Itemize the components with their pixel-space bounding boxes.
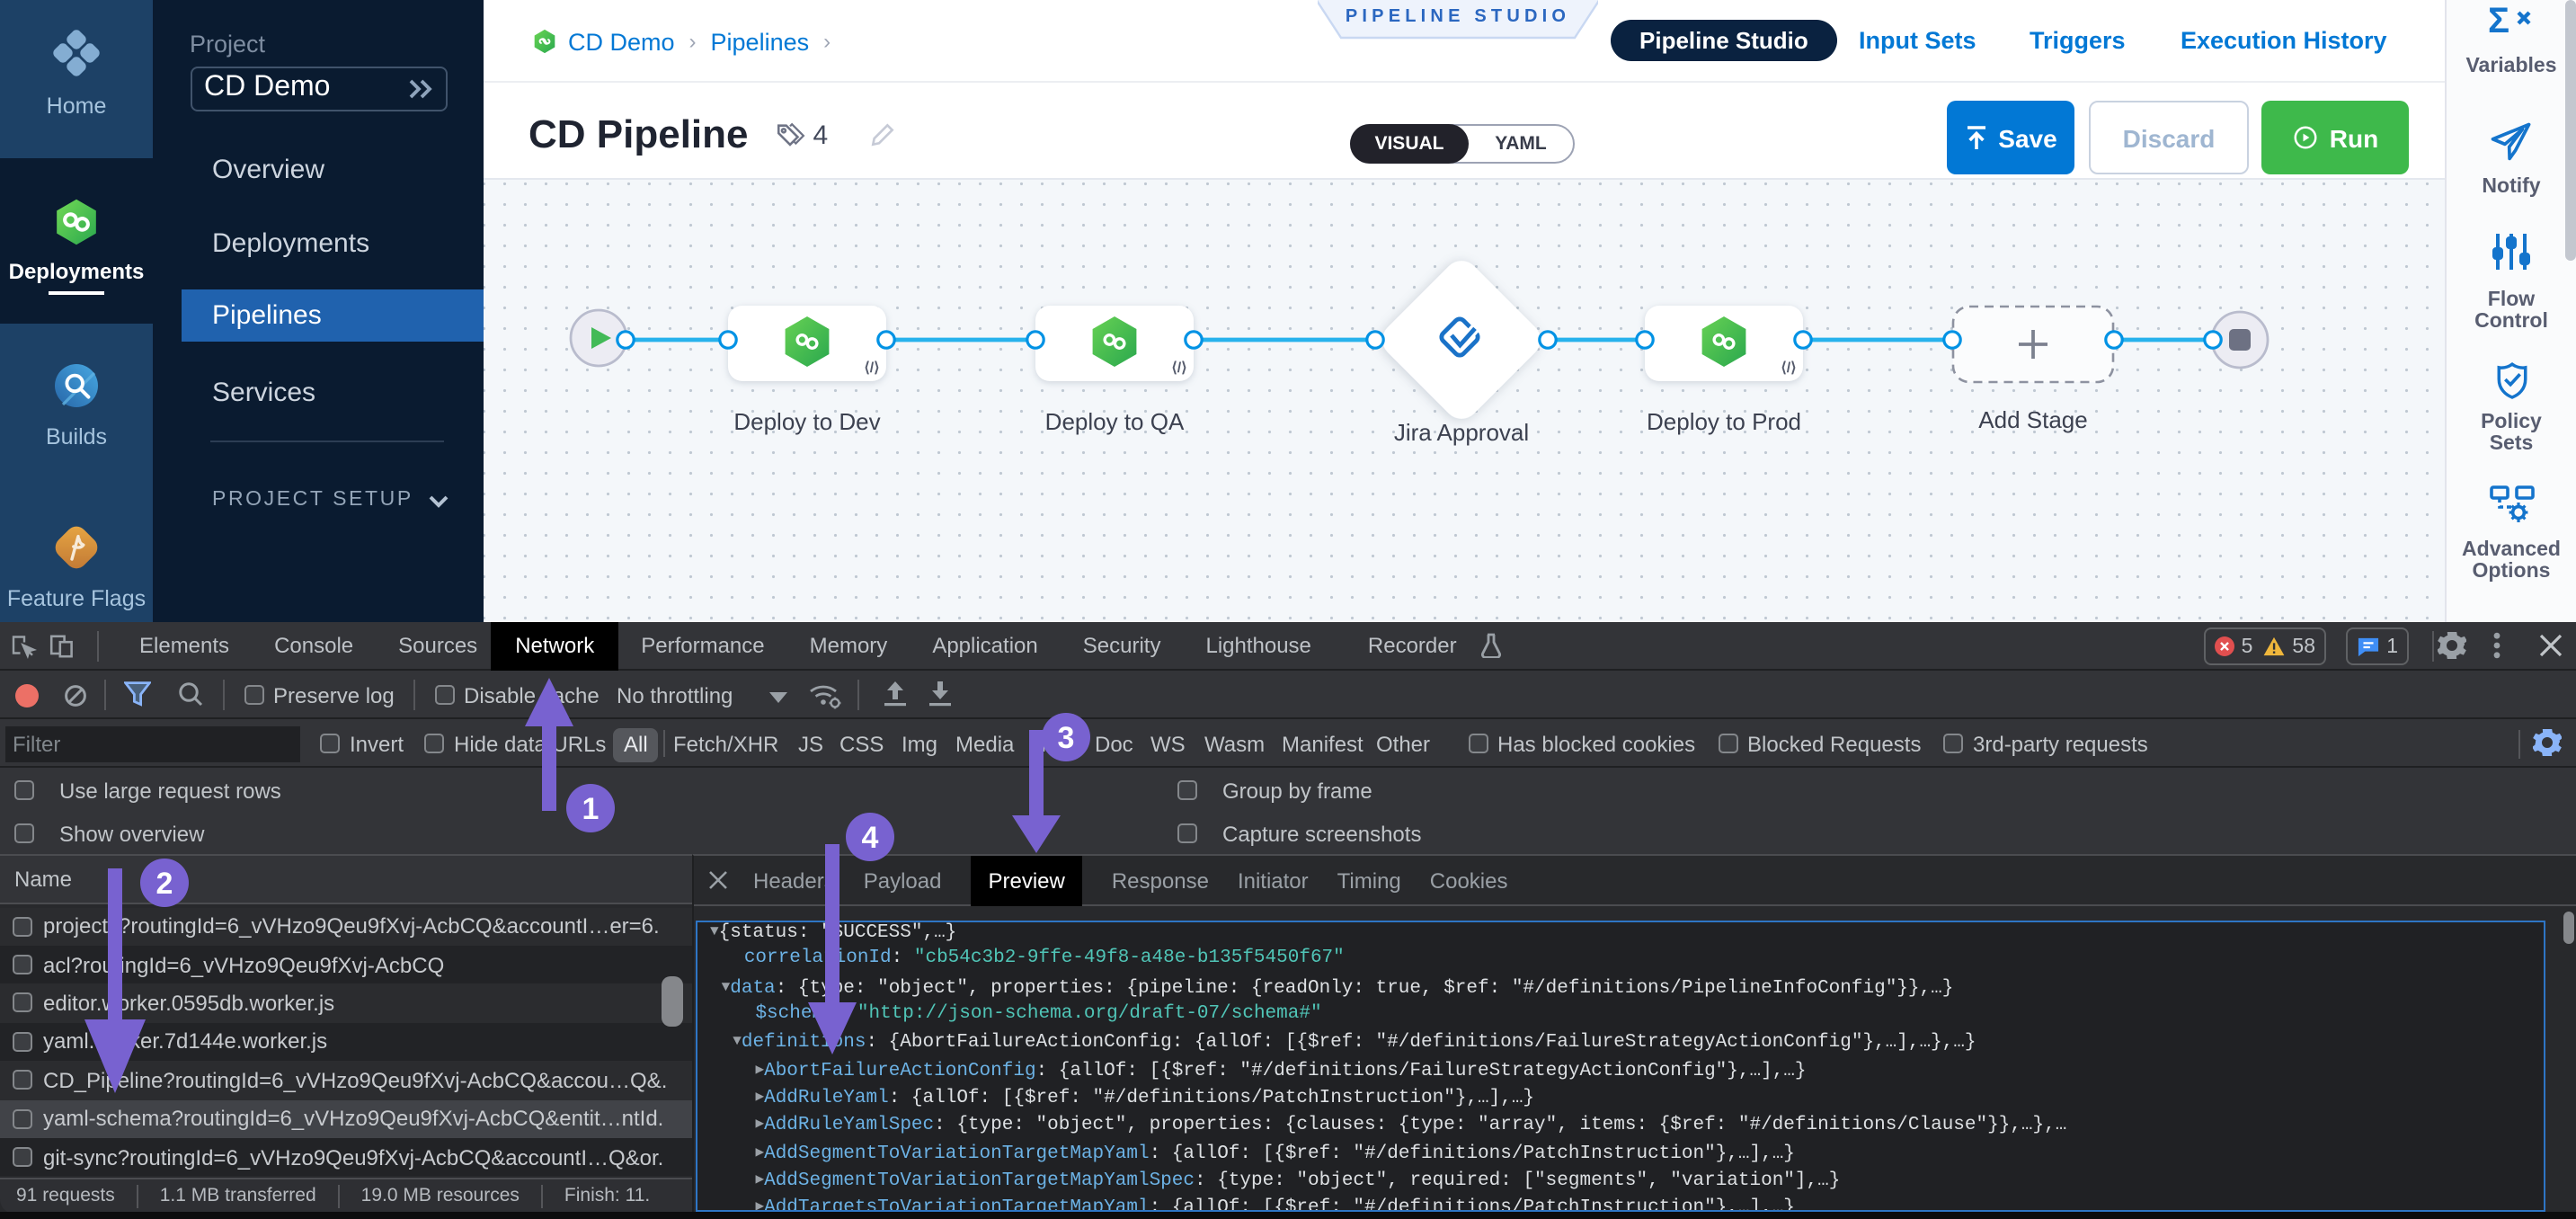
svg-text:3: 3: [1058, 721, 1075, 755]
svg-text:Deploy to QA: Deploy to QA: [1045, 408, 1185, 435]
svg-text:Deploy to Prod: Deploy to Prod: [1647, 408, 1801, 435]
svg-text:4: 4: [862, 821, 879, 855]
svg-text:1: 1: [582, 792, 600, 826]
svg-text:Jira Approval: Jira Approval: [1394, 419, 1529, 446]
svg-text:Σ: Σ: [2488, 2, 2509, 40]
svg-text:Deploy to Dev: Deploy to Dev: [733, 408, 880, 435]
svg-text:2: 2: [156, 867, 173, 901]
svg-text:Add Stage: Add Stage: [1978, 406, 2087, 433]
